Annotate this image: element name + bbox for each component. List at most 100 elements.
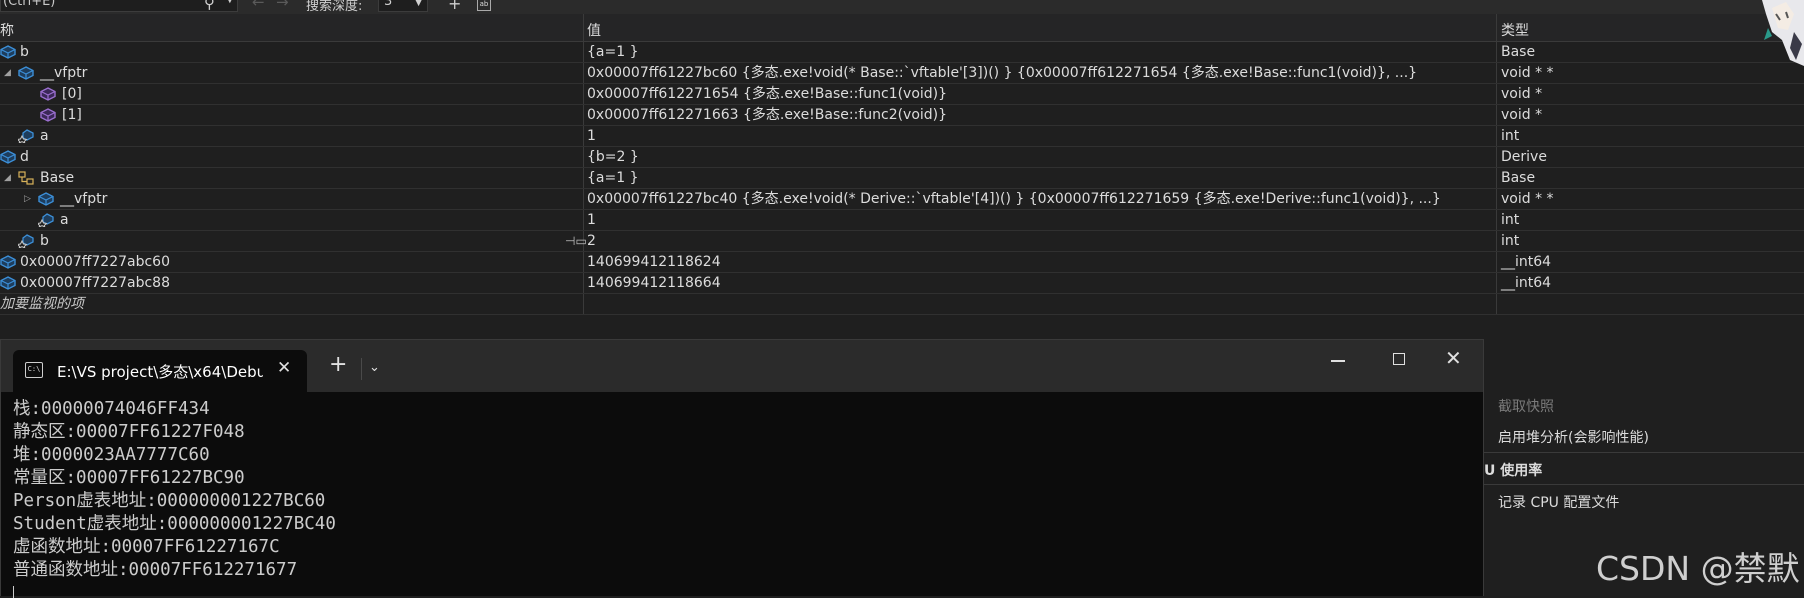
- watch-name: b: [40, 233, 49, 249]
- watch-row[interactable]: a 1 int: [0, 210, 1804, 231]
- console-tab[interactable]: C:\ E:\VS project\多态\x64\Debug ✕: [13, 350, 307, 392]
- watch-toolbar: (Ctrl+E) ⚲ ▼ ← → 搜索深度: 3 ▼ + ab: [0, 0, 1804, 14]
- watch-type: int: [1501, 233, 1520, 249]
- watch-name: b: [20, 44, 29, 60]
- watch-name: [1]: [62, 107, 82, 123]
- hex-display-icon[interactable]: ab: [477, 0, 491, 11]
- watermark: CSDN @禁默: [1596, 549, 1800, 588]
- close-tab-icon[interactable]: ✕: [277, 358, 291, 378]
- column-header-type[interactable]: 类型: [1501, 20, 1529, 40]
- watch-value[interactable]: 1: [587, 210, 1492, 230]
- watch-type: int: [1501, 212, 1520, 228]
- divider: [1484, 484, 1804, 485]
- watch-type: void *: [1501, 86, 1543, 102]
- console-tab-title: E:\VS project\多态\x64\Debug: [57, 363, 263, 381]
- arrow-left-icon[interactable]: ←: [252, 0, 265, 11]
- watch-row[interactable]: b ⊣▭ 2 int: [0, 231, 1804, 252]
- terminal-icon: C:\: [25, 362, 43, 378]
- expanded-triangle-icon[interactable]: ◢: [4, 168, 11, 188]
- search-icon[interactable]: ⚲: [204, 0, 215, 12]
- pin-icon[interactable]: ⊣▭: [565, 231, 587, 251]
- watch-type: Base: [1501, 44, 1536, 60]
- console-line: Person虚表地址:000000001227BC60: [13, 491, 326, 511]
- expanded-triangle-icon[interactable]: ◢: [4, 63, 11, 83]
- watch-type: __int64: [1501, 254, 1552, 270]
- watch-row[interactable]: ▷ __vfptr 0x00007ff61227bc40 {多态.exe!voi…: [0, 189, 1804, 210]
- column-header-value[interactable]: 值: [587, 20, 601, 40]
- watch-name: __vfptr: [40, 65, 88, 81]
- cpu-usage-heading: U 使用率: [1484, 463, 1543, 479]
- watch-value[interactable]: 1: [587, 126, 1492, 146]
- watch-rows: b {a=1 } Base ◢ __vfptr 0x00007ff61227bc…: [0, 42, 1804, 315]
- add-watch-icon[interactable]: +: [448, 0, 461, 13]
- chevron-down-icon[interactable]: ▼: [226, 0, 234, 5]
- watch-row[interactable]: b {a=1 } Base: [0, 42, 1804, 63]
- watch-type: __int64: [1501, 275, 1552, 291]
- add-watch-item-row[interactable]: 加要监视的项: [0, 294, 1804, 315]
- console-line: 栈:00000074046FF434: [13, 399, 210, 419]
- record-cpu-profile-button[interactable]: 记录 CPU 配置文件: [1498, 492, 1619, 512]
- search-input[interactable]: (Ctrl+E): [0, 0, 238, 12]
- console-line: 虚函数地址:00007FF61227167C: [13, 537, 280, 557]
- watch-row[interactable]: 0x00007ff7227abc60 140699412118624 __int…: [0, 252, 1804, 273]
- watch-name: __vfptr: [60, 191, 108, 207]
- watch-value[interactable]: 0x00007ff61227bc60 {多态.exe!void(* Base::…: [587, 63, 1492, 83]
- variable-icon: [0, 45, 16, 59]
- watch-name: a: [40, 128, 49, 144]
- arrow-right-icon[interactable]: →: [276, 0, 289, 11]
- array-element-icon: [40, 87, 56, 101]
- watch-name: d: [20, 149, 29, 165]
- base-class-icon: [18, 171, 34, 185]
- watch-row[interactable]: [1] 0x00007ff612271663 {多态.exe!Base::fun…: [0, 105, 1804, 126]
- column-header-name[interactable]: 称: [0, 20, 14, 40]
- variable-icon: [18, 66, 34, 80]
- console-line: 常量区:00007FF61227BC90: [13, 468, 245, 488]
- variable-icon: [0, 255, 16, 269]
- watch-row[interactable]: ◢ __vfptr 0x00007ff61227bc60 {多态.exe!voi…: [0, 63, 1804, 84]
- watch-row[interactable]: d {b=2 } Derive: [0, 147, 1804, 168]
- new-tab-icon[interactable]: +: [329, 354, 347, 376]
- console-line: 普通函数地址:00007FF612271677: [13, 560, 298, 580]
- watch-value[interactable]: 0x00007ff61227bc40 {多态.exe!void(* Derive…: [587, 189, 1492, 209]
- watch-row[interactable]: [0] 0x00007ff612271654 {多态.exe!Base::fun…: [0, 84, 1804, 105]
- search-depth-label: 搜索深度:: [306, 0, 363, 14]
- watch-value[interactable]: 2: [587, 231, 1492, 251]
- watch-type: void * *: [1501, 191, 1554, 207]
- chevron-down-icon[interactable]: ⌄: [369, 360, 380, 375]
- variable-icon: [0, 276, 16, 290]
- maximize-icon[interactable]: [1393, 353, 1405, 365]
- watch-value[interactable]: 140699412118624: [587, 252, 1492, 272]
- variable-icon: [0, 150, 16, 164]
- watch-header: 称 值 类型: [0, 14, 1804, 42]
- field-icon: [18, 234, 34, 248]
- search-depth-value: 3: [384, 0, 393, 9]
- watch-value[interactable]: 0x00007ff612271654 {多态.exe!Base::func1(v…: [587, 84, 1492, 104]
- search-depth-select[interactable]: 3 ▼: [378, 0, 428, 12]
- close-icon[interactable]: ✕: [1445, 346, 1462, 370]
- collapsed-triangle-icon[interactable]: ▷: [24, 189, 31, 209]
- watch-type: void *: [1501, 107, 1543, 123]
- watch-type: Derive: [1501, 149, 1547, 165]
- watch-row[interactable]: 0x00007ff7227abc88 140699412118664 __int…: [0, 273, 1804, 294]
- console-line: Student虚表地址:000000001227BC40: [13, 514, 336, 534]
- watch-value[interactable]: {a=1 }: [587, 42, 1492, 62]
- console-line: 堆:0000023AA7777C60: [13, 445, 210, 465]
- console-titlebar[interactable]: C:\ E:\VS project\多态\x64\Debug ✕ + ⌄ ✕: [1, 340, 1483, 392]
- take-snapshot-button[interactable]: 截取快照: [1498, 396, 1554, 416]
- console-window: C:\ E:\VS project\多态\x64\Debug ✕ + ⌄ ✕ 栈…: [0, 339, 1484, 598]
- watch-type: void * *: [1501, 65, 1554, 81]
- watch-type: Base: [1501, 170, 1536, 186]
- minimize-icon[interactable]: [1331, 360, 1345, 362]
- watch-value[interactable]: {a=1 }: [587, 168, 1492, 188]
- watch-type: int: [1501, 128, 1520, 144]
- enable-heap-analysis-checkbox[interactable]: 启用堆分析(会影响性能): [1498, 427, 1649, 447]
- console-output[interactable]: 栈:00000074046FF434 静态区:00007FF61227F048 堆:…: [13, 398, 336, 582]
- divider: [1484, 452, 1804, 453]
- watch-row[interactable]: ◢ Base {a=1 } Base: [0, 168, 1804, 189]
- add-watch-placeholder[interactable]: 加要监视的项: [0, 294, 84, 314]
- array-element-icon: [40, 108, 56, 122]
- watch-value[interactable]: {b=2 }: [587, 147, 1492, 167]
- watch-row[interactable]: a 1 int: [0, 126, 1804, 147]
- watch-value[interactable]: 140699412118664: [587, 273, 1492, 293]
- watch-value[interactable]: 0x00007ff612271663 {多态.exe!Base::func2(v…: [587, 105, 1492, 125]
